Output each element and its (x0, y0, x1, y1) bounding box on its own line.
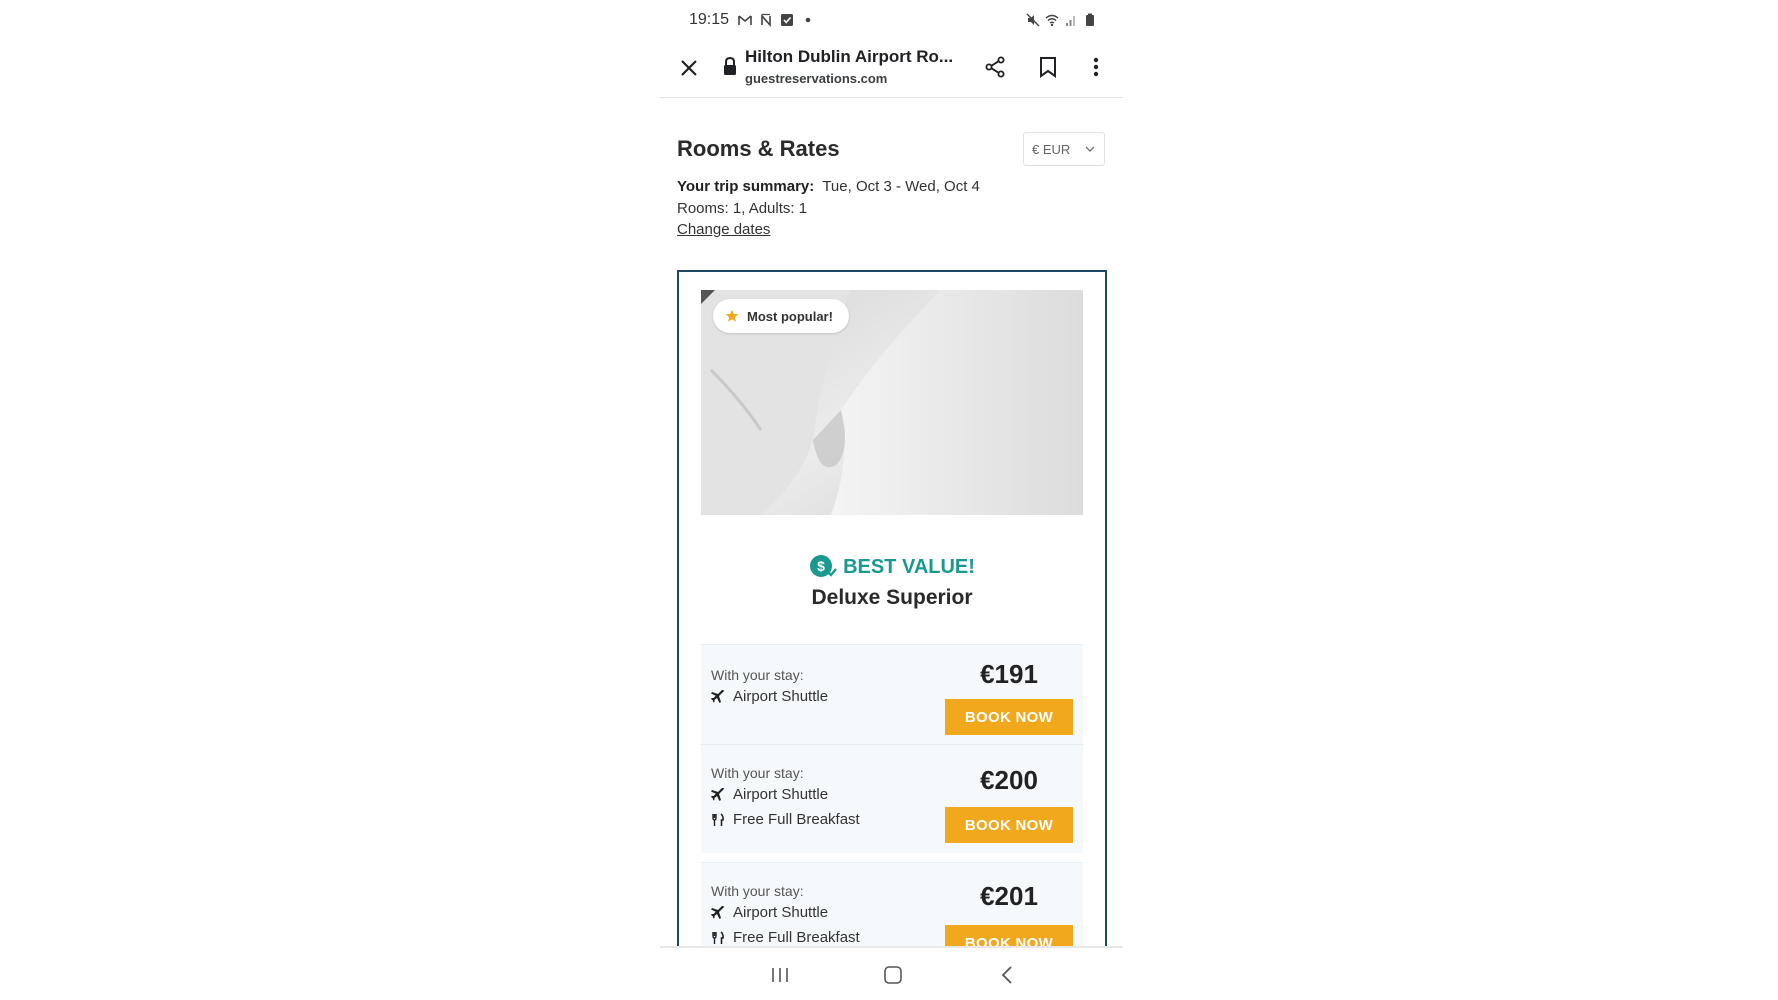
amenity-label: Free Full Breakfast (733, 929, 860, 946)
badge-label: Most popular! (747, 308, 833, 324)
dollar-tag-icon: $ (810, 555, 837, 577)
more-options-button[interactable] (1081, 52, 1111, 82)
mute-icon (1026, 13, 1040, 27)
share-icon (985, 56, 1005, 78)
back-icon (1001, 966, 1012, 984)
recent-apps-icon (772, 968, 788, 982)
page-url[interactable]: guestreservations.com (745, 71, 887, 86)
trip-dates: Tue, Oct 3 - Wed, Oct 4 (822, 178, 980, 195)
system-icons (1026, 13, 1097, 27)
page-content: Rooms & Rates € EUR Your trip summary: T… (660, 98, 1123, 946)
with-your-stay-label: With your stay: (711, 765, 804, 781)
notification-icons (738, 13, 815, 27)
trip-dates-line: Your trip summary: Tue, Oct 3 - Wed, Oct… (677, 176, 980, 198)
rate-price: €191 (980, 659, 1038, 689)
browser-toolbar: Hilton Dublin Airport Ro... guestreserva… (660, 40, 1123, 98)
rate-option: With your stay: Airport Shuttle €191 BOO… (701, 644, 1083, 745)
trip-summary: Your trip summary: Tue, Oct 3 - Wed, Oct… (677, 176, 980, 220)
close-icon (681, 60, 697, 76)
airplane-icon (711, 787, 724, 801)
rate-price: €201 (980, 881, 1038, 911)
page-heading: Rooms & Rates (677, 136, 840, 161)
airplane-icon (711, 689, 724, 703)
amenity-label: Airport Shuttle (733, 688, 829, 705)
dot-icon (805, 17, 811, 23)
best-value-label: BEST VALUE! (843, 555, 975, 578)
navigation-bar (660, 946, 1123, 1000)
change-dates-link[interactable]: Change dates (677, 221, 770, 238)
room-card: Most popular! $ BEST VALUE! Deluxe Super… (677, 270, 1107, 946)
amenity-item: Free Full Breakfast (711, 929, 860, 946)
chevron-down-icon (1085, 146, 1095, 152)
checkbox-icon (781, 14, 793, 26)
lock-icon (724, 56, 736, 75)
close-button[interactable] (674, 53, 704, 83)
more-vert-icon (1093, 57, 1099, 77)
n-icon (761, 13, 771, 27)
status-bar: 19:15 (660, 0, 1123, 40)
amenity-label: Airport Shuttle (733, 904, 829, 921)
room-image[interactable]: Most popular! (701, 290, 1083, 515)
svg-text:$: $ (817, 558, 825, 574)
amenity-item: Free Full Breakfast (711, 811, 860, 828)
room-name: Deluxe Superior (811, 586, 973, 609)
share-button[interactable] (980, 52, 1010, 82)
star-icon (725, 309, 739, 322)
recent-apps-button[interactable] (765, 962, 795, 988)
best-value-tag: $ BEST VALUE! (679, 554, 1105, 580)
amenity-item: Airport Shuttle (711, 904, 828, 921)
signal-icon (1066, 16, 1075, 26)
rate-price: €200 (980, 765, 1038, 795)
back-button[interactable] (992, 962, 1022, 988)
amenity-item: Airport Shuttle (711, 786, 828, 803)
with-your-stay-label: With your stay: (711, 667, 804, 683)
wifi-icon (1045, 14, 1059, 27)
bookmark-icon (1040, 57, 1056, 78)
trip-summary-label: Your trip summary: (677, 178, 815, 195)
amenity-label: Airport Shuttle (733, 786, 829, 803)
currency-select[interactable]: € EUR (1023, 132, 1105, 166)
amenity-label: Free Full Breakfast (733, 811, 860, 828)
rate-option: With your stay: Airport Shuttle Free Ful… (701, 862, 1083, 946)
utensils-icon (712, 930, 724, 944)
bookmark-button[interactable] (1033, 52, 1063, 82)
amenity-item: Airport Shuttle (711, 688, 828, 705)
status-time: 19:15 (689, 11, 730, 28)
trip-occupancy: Rooms: 1, Adults: 1 (677, 200, 808, 217)
book-now-button[interactable]: BOOK NOW (945, 925, 1073, 946)
phone-screen: 19:15 Hilton Dublin Airport Ro... guestr… (660, 0, 1123, 1000)
airplane-icon (711, 905, 724, 919)
with-your-stay-label: With your stay: (711, 883, 804, 899)
home-icon (884, 966, 902, 984)
utensils-icon (712, 812, 724, 826)
book-now-button[interactable]: BOOK NOW (945, 699, 1073, 735)
home-button[interactable] (878, 962, 908, 988)
rate-option: With your stay: Airport Shuttle Free Ful… (701, 744, 1083, 853)
book-now-button[interactable]: BOOK NOW (945, 807, 1073, 843)
most-popular-badge: Most popular! (713, 299, 849, 333)
page-title-bar[interactable]: Hilton Dublin Airport Ro... (745, 47, 953, 67)
gmail-icon (738, 15, 752, 25)
battery-icon (1086, 13, 1094, 26)
currency-value: € EUR (1032, 141, 1071, 157)
